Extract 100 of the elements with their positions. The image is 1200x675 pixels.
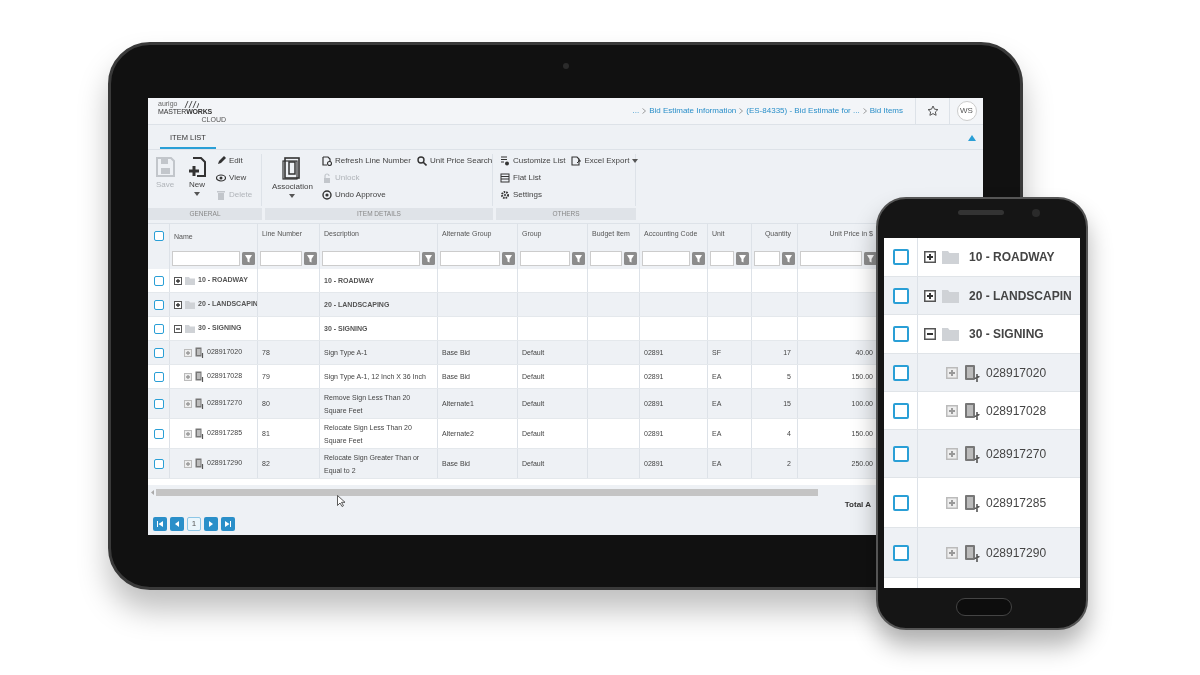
checkbox[interactable] — [892, 287, 909, 304]
price-document-icon — [964, 444, 980, 463]
search-icon — [416, 156, 427, 166]
filter-field[interactable] — [322, 250, 420, 266]
checkbox[interactable] — [153, 398, 164, 409]
previous-page-button[interactable] — [170, 517, 184, 531]
expand-toggle[interactable] — [174, 300, 182, 309]
expand-toggle[interactable] — [174, 324, 182, 333]
expand-toggle[interactable] — [946, 546, 958, 559]
ribbon-button[interactable]: Undo Approve — [321, 188, 411, 202]
user-avatar[interactable]: WS — [956, 101, 977, 121]
price-document-icon — [964, 363, 980, 382]
checkbox[interactable] — [153, 299, 164, 310]
checkbox[interactable] — [892, 445, 909, 462]
ribbon-button[interactable]: View — [216, 171, 253, 185]
checkbox[interactable] — [153, 371, 164, 382]
undo-icon — [321, 190, 332, 200]
checkbox[interactable] — [153, 323, 164, 334]
filter-field[interactable] — [260, 250, 302, 266]
filter-icon — [502, 251, 515, 265]
item-name[interactable]: 028917028 — [986, 401, 1047, 420]
filter-field[interactable] — [172, 250, 240, 266]
ribbon-button[interactable]: Excel Export — [571, 154, 639, 168]
ribbon-button[interactable]: New — [184, 154, 210, 196]
expand-toggle[interactable] — [184, 399, 192, 408]
ribbon-button[interactable]: Flat List — [500, 171, 566, 185]
filter-field[interactable] — [710, 250, 734, 266]
ribbon-button[interactable]: Association — [269, 154, 316, 198]
expand-toggle[interactable] — [946, 366, 958, 379]
price-document-icon — [964, 493, 980, 512]
checkbox[interactable] — [892, 326, 909, 342]
ribbon-button[interactable]: Customize List — [500, 154, 566, 168]
expand-toggle[interactable] — [924, 289, 936, 302]
home-button[interactable] — [956, 598, 1012, 616]
folder-icon — [942, 288, 959, 303]
expand-toggle[interactable] — [184, 429, 192, 438]
expand-toggle[interactable] — [924, 328, 936, 340]
folder-icon — [185, 324, 195, 333]
item-name[interactable]: 028917285 — [986, 493, 1047, 512]
first-page-button[interactable] — [153, 517, 167, 531]
filter-field[interactable] — [520, 250, 570, 266]
previous-page-icon — [174, 521, 180, 527]
checkbox[interactable] — [892, 494, 909, 511]
last-page-button[interactable] — [221, 517, 235, 531]
chevron-right-icon — [642, 108, 647, 114]
checkbox[interactable] — [892, 402, 909, 419]
expand-toggle[interactable] — [924, 251, 936, 263]
collapse-caret-icon — [968, 135, 976, 141]
checkbox[interactable] — [892, 544, 909, 561]
filter-field[interactable] — [754, 250, 780, 266]
next-page-icon — [208, 521, 214, 527]
expand-toggle[interactable] — [174, 276, 182, 285]
breadcrumb-link[interactable]: Bid Items — [869, 105, 903, 117]
save-icon — [155, 156, 175, 178]
filter-field[interactable] — [800, 250, 862, 266]
expand-toggle[interactable] — [946, 447, 958, 460]
checkbox[interactable] — [892, 364, 909, 381]
checkbox[interactable] — [153, 347, 164, 358]
ribbon-button[interactable]: Refresh Line Number — [321, 154, 411, 168]
filter-icon — [572, 251, 585, 265]
group-name[interactable]: 10 - ROADWAY — [969, 248, 1055, 266]
next-page-button[interactable] — [204, 517, 218, 531]
filter-field[interactable] — [590, 250, 622, 266]
scrollbar[interactable] — [156, 488, 818, 496]
item-name[interactable]: 028917270 — [986, 444, 1047, 463]
expand-toggle[interactable] — [184, 348, 192, 357]
eye-icon — [216, 173, 226, 183]
folder-icon — [942, 250, 959, 264]
filter-field[interactable] — [440, 250, 500, 266]
list-settings-icon — [500, 156, 510, 166]
breadcrumb-link[interactable]: ... — [632, 105, 640, 117]
ribbon-button[interactable]: Settings — [500, 188, 566, 202]
filter-icon — [624, 251, 637, 265]
item-name[interactable]: 028917020 — [986, 363, 1047, 382]
expand-toggle[interactable] — [946, 496, 958, 509]
price-document-icon — [195, 428, 204, 439]
lock-icon — [321, 173, 332, 183]
expand-toggle[interactable] — [946, 404, 958, 417]
speaker-icon — [958, 210, 1004, 215]
checkbox[interactable] — [153, 230, 164, 241]
first-page-icon — [157, 521, 163, 527]
breadcrumb-link[interactable]: (ES-84335) - Bid Estimate for ... — [746, 105, 860, 117]
total-label: Total A — [844, 499, 871, 511]
expand-toggle[interactable] — [184, 372, 192, 381]
expand-toggle[interactable] — [184, 459, 192, 468]
checkbox[interactable] — [153, 275, 164, 286]
breadcrumb-link[interactable]: Bid Estimate Information — [649, 105, 737, 117]
page-number[interactable]: 1 — [187, 517, 201, 531]
filter-field[interactable] — [642, 250, 690, 266]
ribbon-button[interactable]: Unit Price Search — [416, 154, 493, 168]
checkbox[interactable] — [153, 428, 164, 439]
export-icon — [571, 156, 582, 166]
ribbon-button[interactable]: Edit — [216, 154, 253, 168]
group-name[interactable]: 30 - SIGNING — [969, 325, 1044, 343]
price-document-icon — [195, 398, 204, 409]
filter-icon — [422, 251, 435, 265]
checkbox[interactable] — [153, 458, 164, 469]
price-document-icon — [964, 543, 980, 562]
item-name[interactable]: 028917290 — [986, 543, 1047, 562]
checkbox[interactable] — [892, 249, 909, 265]
